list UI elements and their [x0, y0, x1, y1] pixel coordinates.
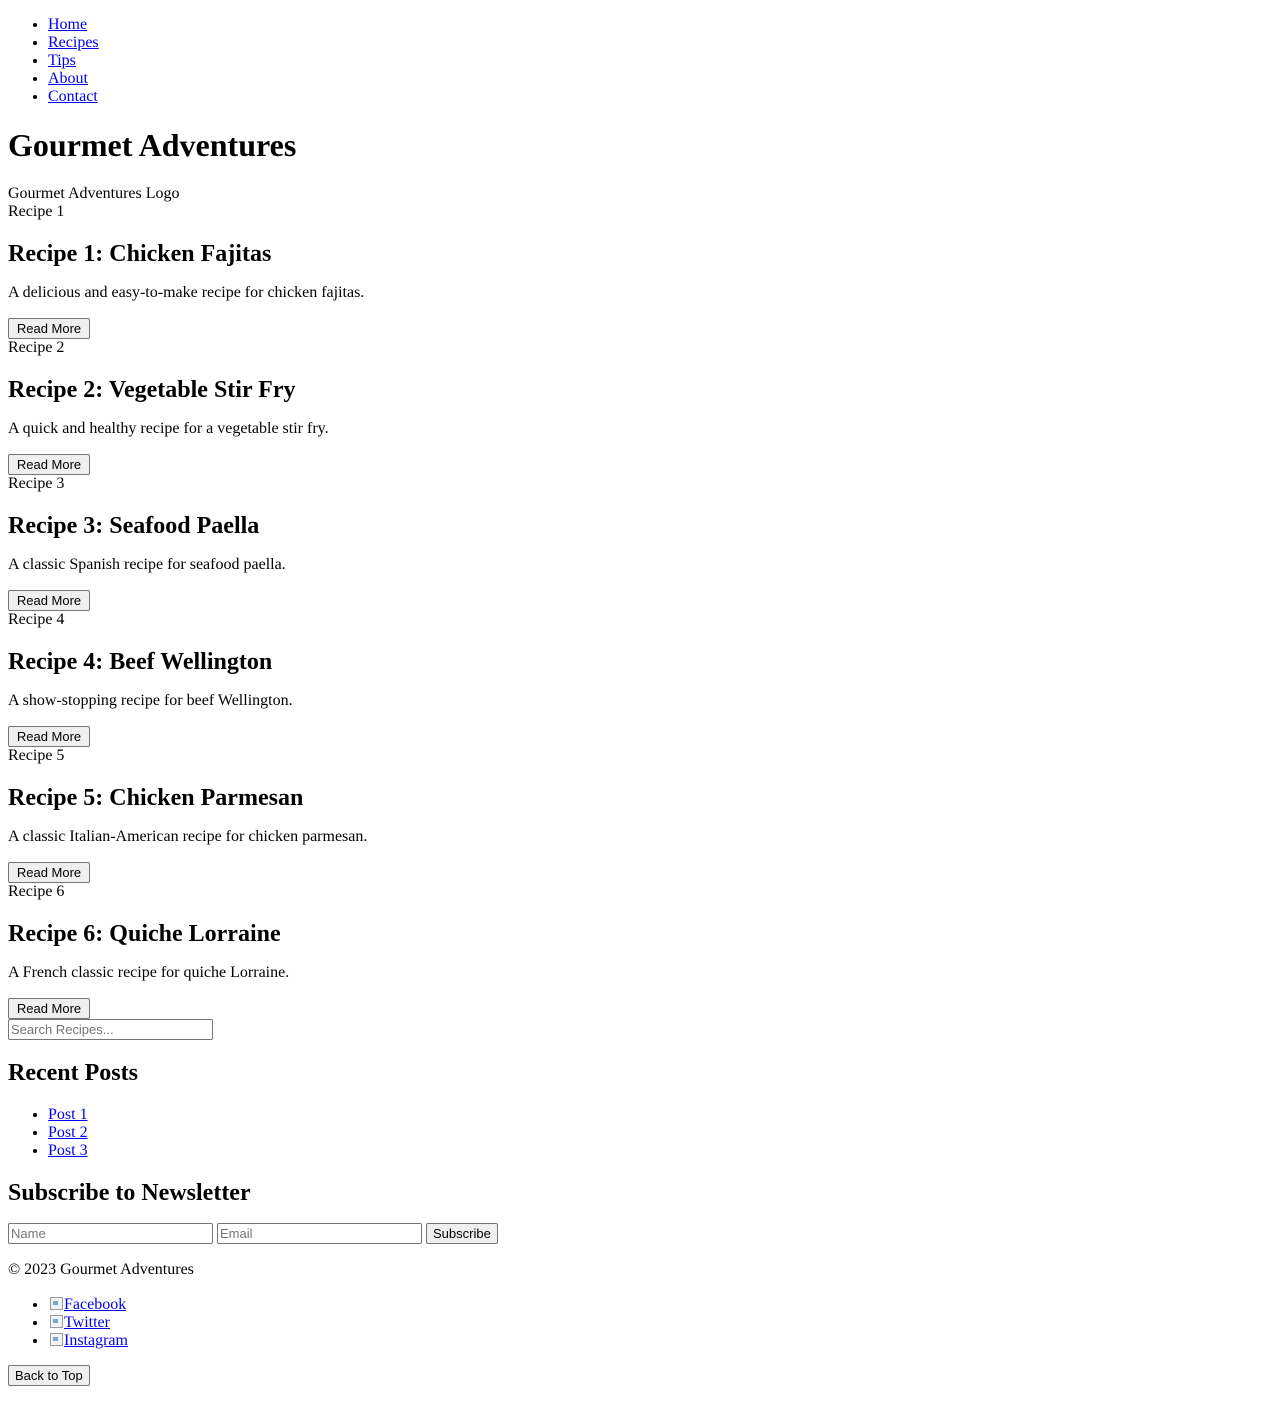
twitter-link[interactable]: Twitter: [48, 1314, 110, 1331]
nav-item-about: About: [48, 70, 1272, 88]
recipe-description: A quick and healthy recipe for a vegetab…: [8, 420, 329, 437]
recipe-image: Recipe 6: [8, 883, 65, 900]
recipe-image: Recipe 5: [8, 747, 65, 764]
site-logo: Gourmet Adventures Logo: [8, 185, 180, 202]
recipe-description: A classic Italian-American recipe for ch…: [8, 828, 368, 845]
recipe-title: Recipe 1: Chicken Fajitas: [8, 241, 272, 267]
list-item: Post 3: [48, 1142, 1272, 1160]
recipe-title: Recipe 6: Quiche Lorraine: [8, 921, 281, 947]
recipe-image: Recipe 4: [8, 611, 65, 628]
twitter-label: Twitter: [64, 1314, 110, 1331]
recipe-image: Recipe 1: [8, 203, 65, 220]
newsletter-form: Subscribe: [8, 1223, 1272, 1245]
instagram-label: Instagram: [64, 1332, 128, 1349]
facebook-label: Facebook: [64, 1296, 127, 1313]
social-item-instagram: Instagram: [48, 1331, 1272, 1349]
broken-image-icon: [48, 1295, 64, 1311]
broken-image-icon: [48, 1313, 64, 1329]
recipe-card-4: Recipe 4 Recipe 4: Beef Wellington A sho…: [8, 611, 1272, 747]
recipe-image: Recipe 2: [8, 339, 65, 356]
recipe-card-1: Recipe 1 Recipe 1: Chicken Fajitas A del…: [8, 203, 1272, 339]
page: Home Recipes Tips About Contact Gourmet …: [0, 0, 1280, 1386]
email-field[interactable]: [217, 1223, 422, 1244]
nav-link-recipes[interactable]: Recipes: [48, 34, 99, 51]
social-item-twitter: Twitter: [48, 1313, 1272, 1331]
recipe-title: Recipe 5: Chicken Parmesan: [8, 785, 304, 811]
broken-image-icon: [48, 1331, 64, 1347]
recent-post-link[interactable]: Post 3: [48, 1142, 88, 1159]
read-more-button[interactable]: Read More: [8, 590, 90, 611]
recipe-image: Recipe 3: [8, 475, 65, 492]
recipe-description: A French classic recipe for quiche Lorra…: [8, 964, 290, 981]
read-more-button[interactable]: Read More: [8, 454, 90, 475]
nav-link-contact[interactable]: Contact: [48, 88, 98, 105]
read-more-button[interactable]: Read More: [8, 998, 90, 1019]
page-title: Gourmet Adventures: [8, 127, 297, 163]
read-more-button[interactable]: Read More: [8, 726, 90, 747]
nav-link-tips[interactable]: Tips: [48, 52, 76, 69]
recipe-card-5: Recipe 5 Recipe 5: Chicken Parmesan A cl…: [8, 747, 1272, 883]
main-nav: Home Recipes Tips About Contact: [8, 16, 1272, 106]
recent-post-link[interactable]: Post 2: [48, 1124, 88, 1141]
back-to-top-button[interactable]: Back to Top: [8, 1365, 90, 1386]
search-input[interactable]: [8, 1019, 213, 1040]
recipe-title: Recipe 4: Beef Wellington: [8, 649, 273, 675]
recipe-description: A delicious and easy-to-make recipe for …: [8, 284, 365, 301]
recipe-description: A show-stopping recipe for beef Wellingt…: [8, 692, 293, 709]
recipe-title: Recipe 3: Seafood Paella: [8, 513, 260, 539]
recipe-description: A classic Spanish recipe for seafood pae…: [8, 556, 286, 573]
nav-item-home: Home: [48, 16, 1272, 34]
recipe-card-3: Recipe 3 Recipe 3: Seafood Paella A clas…: [8, 475, 1272, 611]
subscribe-button[interactable]: Subscribe: [426, 1223, 498, 1244]
name-field[interactable]: [8, 1223, 213, 1244]
list-item: Post 2: [48, 1124, 1272, 1142]
social-links: Facebook Twitter Instagram: [8, 1295, 1272, 1349]
recent-post-link[interactable]: Post 1: [48, 1106, 88, 1123]
copyright: © 2023 Gourmet Adventures: [8, 1261, 194, 1278]
read-more-button[interactable]: Read More: [8, 318, 90, 339]
recent-posts-list: Post 1 Post 2 Post 3: [8, 1106, 1272, 1160]
recipe-card-2: Recipe 2 Recipe 2: Vegetable Stir Fry A …: [8, 339, 1272, 475]
social-item-facebook: Facebook: [48, 1295, 1272, 1313]
newsletter-heading: Subscribe to Newsletter: [8, 1180, 251, 1206]
nav-item-contact: Contact: [48, 88, 1272, 106]
facebook-link[interactable]: Facebook: [48, 1296, 126, 1313]
nav-link-about[interactable]: About: [48, 70, 88, 87]
instagram-link[interactable]: Instagram: [48, 1332, 128, 1349]
recent-posts-heading: Recent Posts: [8, 1060, 138, 1086]
nav-link-home[interactable]: Home: [48, 16, 87, 33]
read-more-button[interactable]: Read More: [8, 862, 90, 883]
list-item: Post 1: [48, 1106, 1272, 1124]
recipe-card-6: Recipe 6 Recipe 6: Quiche Lorraine A Fre…: [8, 883, 1272, 1019]
recipe-title: Recipe 2: Vegetable Stir Fry: [8, 377, 296, 403]
nav-item-tips: Tips: [48, 52, 1272, 70]
nav-item-recipes: Recipes: [48, 34, 1272, 52]
search-bar: [8, 1019, 1272, 1040]
